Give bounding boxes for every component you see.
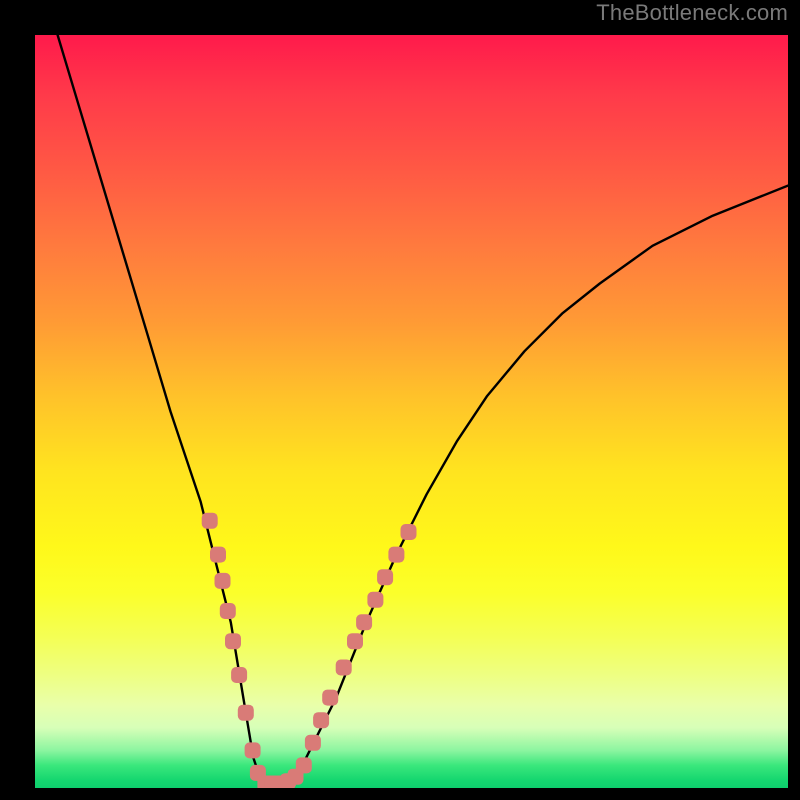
data-marker — [305, 735, 321, 751]
data-marker — [220, 603, 236, 619]
curve-layer — [58, 35, 788, 784]
data-marker — [245, 742, 261, 758]
data-marker — [210, 547, 226, 563]
data-marker — [377, 569, 393, 585]
chart-svg — [35, 35, 788, 788]
plot-area — [35, 35, 788, 788]
data-marker — [238, 705, 254, 721]
data-marker — [215, 573, 231, 589]
data-marker — [225, 633, 241, 649]
bottleneck-curve — [58, 35, 788, 784]
data-marker — [296, 757, 312, 773]
data-marker — [231, 667, 247, 683]
data-marker — [313, 712, 329, 728]
data-marker — [356, 614, 372, 630]
data-marker — [367, 592, 383, 608]
watermark-text: TheBottleneck.com — [596, 0, 788, 26]
data-marker — [401, 524, 417, 540]
chart-frame: TheBottleneck.com — [0, 0, 800, 800]
marker-layer — [202, 513, 417, 788]
data-marker — [322, 690, 338, 706]
data-marker — [388, 547, 404, 563]
data-marker — [202, 513, 218, 529]
data-marker — [347, 633, 363, 649]
data-marker — [336, 660, 352, 676]
